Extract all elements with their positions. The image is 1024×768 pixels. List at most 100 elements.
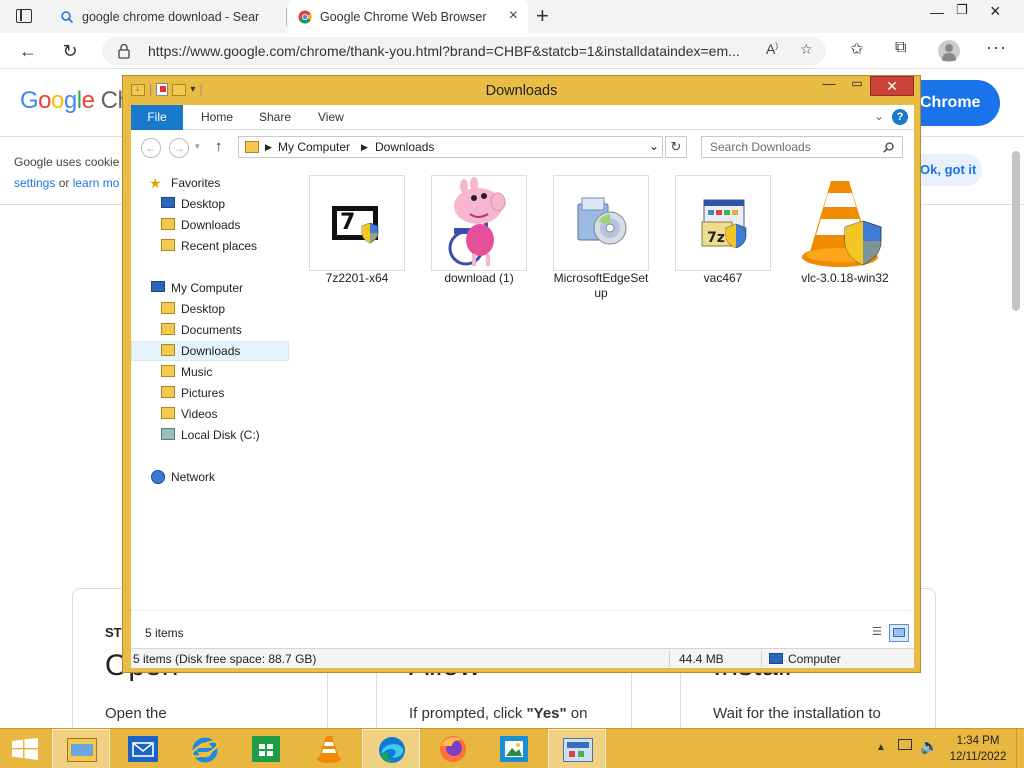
step-description: Wait for the installation to bbox=[713, 705, 881, 722]
restore-icon[interactable]: ❐ bbox=[956, 2, 968, 18]
details-view-icon[interactable]: ☰ bbox=[867, 624, 887, 642]
maximize-icon[interactable]: ▭ bbox=[843, 76, 871, 96]
volume-icon[interactable]: 🔈 bbox=[920, 737, 939, 755]
computer-icon bbox=[151, 281, 165, 292]
expand-ribbon-icon[interactable]: ⌄ bbox=[874, 109, 884, 123]
vlc-icon bbox=[317, 736, 341, 763]
file-item[interactable]: 7z vac467 bbox=[673, 175, 773, 305]
firefox-taskbar-button[interactable] bbox=[424, 729, 482, 768]
network-tray-icon[interactable] bbox=[898, 739, 912, 753]
tab-title: Google Chrome Web Browser bbox=[320, 9, 487, 24]
nav-music[interactable]: Music bbox=[131, 362, 289, 382]
more-options-icon[interactable]: ··· bbox=[986, 37, 1007, 58]
profile-avatar[interactable] bbox=[938, 40, 960, 62]
file-list: 7 7z2201-x64 download (1) MicrosoftEdgeS… bbox=[307, 164, 907, 610]
file-name: 7z2201-x64 bbox=[325, 271, 389, 285]
tab-share[interactable]: Share bbox=[259, 105, 291, 130]
browser-tab-bar: google chrome download - Sear Google Chr… bbox=[0, 0, 1024, 33]
up-arrow-icon[interactable]: ↑ bbox=[215, 138, 223, 155]
status-detail: 5 items (Disk free space: 88.7 GB) bbox=[133, 652, 317, 666]
nav-fav-desktop[interactable]: Desktop bbox=[131, 194, 289, 214]
read-aloud-icon[interactable]: A) bbox=[766, 41, 778, 57]
photos-icon bbox=[500, 736, 528, 762]
search-placeholder: Search Downloads bbox=[710, 140, 811, 154]
lock-icon[interactable] bbox=[118, 43, 130, 59]
learn-more-link[interactable]: learn mo bbox=[73, 176, 120, 190]
help-icon[interactable]: ? bbox=[892, 109, 908, 125]
file-explorer-taskbar-button[interactable] bbox=[52, 729, 110, 768]
chevron-right-icon[interactable]: ▶ bbox=[265, 142, 272, 153]
reload-icon[interactable]: ↻ bbox=[58, 39, 82, 63]
forward-icon[interactable]: → bbox=[169, 138, 189, 158]
nav-documents[interactable]: Documents bbox=[131, 320, 289, 340]
nav-downloads-selected[interactable]: Downloads bbox=[131, 341, 289, 361]
new-tab-button[interactable]: + bbox=[536, 3, 549, 29]
nav-network[interactable]: Network bbox=[131, 467, 289, 487]
nav-videos[interactable]: Videos bbox=[131, 404, 289, 424]
tab-view[interactable]: View bbox=[318, 105, 344, 130]
file-item[interactable]: 7 7z2201-x64 bbox=[307, 175, 407, 305]
control-panel-taskbar-button[interactable] bbox=[548, 729, 606, 768]
star-icon: ★ bbox=[149, 175, 162, 191]
nav-fav-downloads[interactable]: Downloads bbox=[131, 215, 289, 235]
address-bar[interactable]: https://www.google.com/chrome/thank-you.… bbox=[102, 37, 826, 65]
back-arrow-icon[interactable]: ← bbox=[16, 39, 40, 63]
address-path[interactable]: ▶ My Computer ▶ Downloads ⌄ bbox=[238, 136, 663, 158]
photos-taskbar-button[interactable] bbox=[486, 729, 544, 768]
page-scrollbar[interactable] bbox=[1010, 135, 1022, 768]
tab-home[interactable]: Home bbox=[201, 105, 233, 130]
chevron-right-icon[interactable]: ▶ bbox=[361, 142, 368, 153]
tab-google-chrome[interactable]: Google Chrome Web Browser × bbox=[288, 0, 528, 33]
breadcrumb-my-computer[interactable]: My Computer bbox=[278, 140, 350, 154]
file-item[interactable]: download (1) bbox=[429, 175, 529, 305]
collections-icon[interactable]: ⧉ bbox=[895, 39, 906, 57]
explorer-window: ↓ | ▾ | Downloads — ▭ ✕ File Home Share … bbox=[122, 75, 921, 673]
hard-drive-icon bbox=[161, 428, 175, 440]
search-icon[interactable] bbox=[883, 142, 894, 153]
tab-actions-icon[interactable] bbox=[16, 9, 32, 23]
show-desktop-button[interactable] bbox=[1016, 729, 1024, 768]
nav-fav-recent-places[interactable]: Recent places bbox=[131, 236, 289, 256]
nav-my-computer[interactable]: My Computer bbox=[131, 278, 289, 298]
url-text[interactable]: https://www.google.com/chrome/thank-you.… bbox=[148, 43, 758, 59]
tab-search[interactable]: google chrome download - Sear bbox=[48, 0, 284, 33]
store-taskbar-button[interactable] bbox=[238, 729, 296, 768]
refresh-icon[interactable]: ↻ bbox=[665, 136, 687, 158]
large-icons-view-icon[interactable] bbox=[889, 624, 909, 642]
favorites-icon[interactable]: ✩ bbox=[850, 39, 863, 59]
file-item[interactable]: vlc-3.0.18-win32 bbox=[795, 175, 895, 305]
explorer-title-bar[interactable]: ↓ | ▾ | Downloads — ▭ ✕ bbox=[123, 76, 920, 104]
vlc-taskbar-button[interactable] bbox=[300, 729, 358, 768]
show-hidden-icons-icon[interactable]: ▲ bbox=[876, 742, 886, 753]
recent-locations-icon[interactable]: ▾ bbox=[195, 141, 200, 152]
close-tab-icon[interactable]: × bbox=[509, 8, 518, 24]
mail-taskbar-button[interactable] bbox=[114, 729, 172, 768]
add-favorite-icon[interactable]: ☆ bbox=[800, 41, 813, 58]
nav-local-disk[interactable]: Local Disk (C:) bbox=[131, 425, 289, 445]
scrollbar-thumb[interactable] bbox=[1012, 151, 1020, 311]
back-icon[interactable]: ← bbox=[141, 138, 161, 158]
edge-taskbar-button[interactable] bbox=[362, 729, 420, 768]
edge-icon bbox=[379, 737, 405, 763]
cookie-settings-link[interactable]: settings bbox=[14, 176, 55, 190]
breadcrumb-downloads[interactable]: Downloads bbox=[375, 140, 434, 154]
nav-desktop[interactable]: Desktop bbox=[131, 299, 289, 319]
close-window-button[interactable]: ✕ bbox=[870, 76, 914, 96]
file-item[interactable]: MicrosoftEdgeSetup bbox=[551, 175, 651, 305]
internet-explorer-taskbar-button[interactable] bbox=[176, 729, 234, 768]
minimize-icon[interactable]: — bbox=[815, 76, 843, 96]
nav-pictures[interactable]: Pictures bbox=[131, 383, 289, 403]
step-description: Open the bbox=[105, 705, 167, 722]
minimize-icon[interactable]: — bbox=[930, 4, 944, 20]
search-downloads-input[interactable]: Search Downloads bbox=[701, 136, 903, 158]
pictures-folder-icon bbox=[161, 386, 175, 398]
image-thumbnail-icon bbox=[431, 175, 527, 271]
chevron-down-icon[interactable]: ⌄ bbox=[649, 139, 659, 153]
tab-file[interactable]: File bbox=[131, 105, 183, 130]
start-button[interactable] bbox=[12, 738, 38, 760]
videos-folder-icon bbox=[161, 407, 175, 419]
ribbon-tabs: File Home Share View ⌄ ? bbox=[131, 105, 914, 130]
nav-favorites[interactable]: ★ Favorites bbox=[131, 173, 289, 193]
close-icon[interactable]: × bbox=[990, 1, 1001, 22]
system-clock[interactable]: 1:34 PM 12/11/2022 bbox=[948, 733, 1008, 765]
